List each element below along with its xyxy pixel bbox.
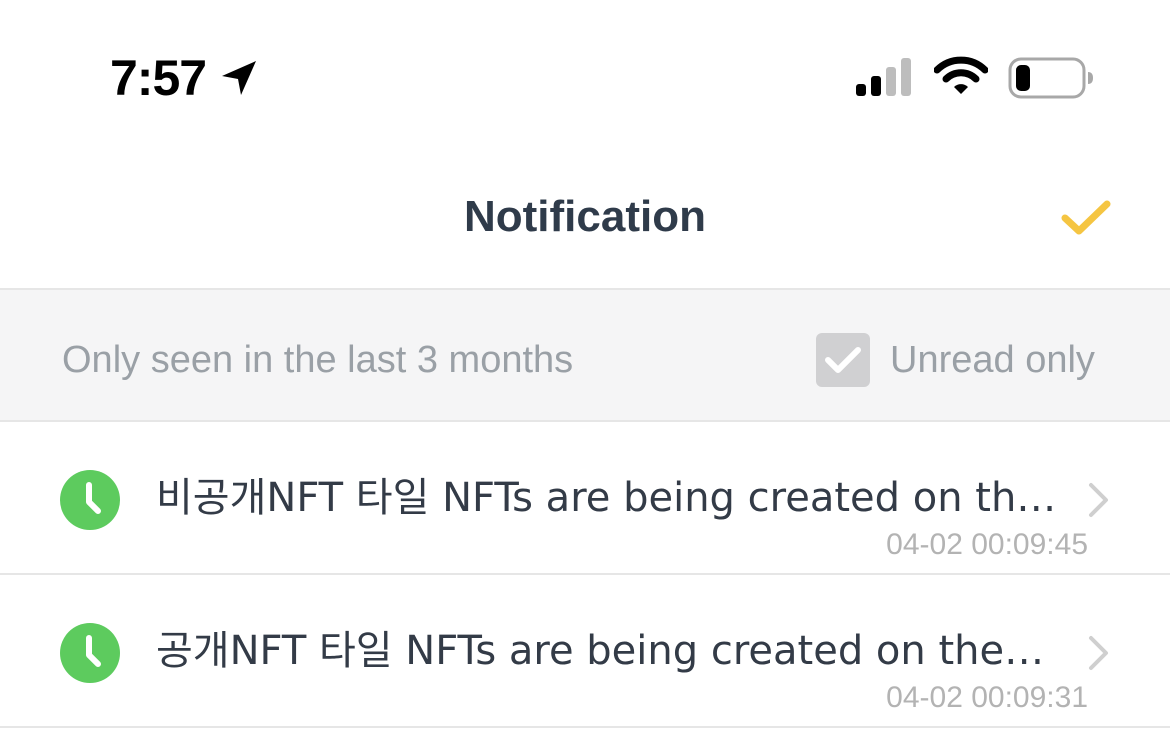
wifi-icon — [934, 56, 988, 94]
clock-icon — [60, 623, 120, 683]
notification-text: 공개NFT 타일 NFTs are being created on the… — [156, 628, 1045, 674]
chevron-right-icon — [1089, 483, 1108, 517]
notification-text: 비공개NFT 타일 NFTs are being created on th… — [156, 475, 1057, 521]
nav-header: Notification — [0, 150, 1170, 290]
unread-only-toggle[interactable]: Unread only — [816, 330, 1095, 390]
filter-bar: Only seen in the last 3 months Unread on… — [0, 290, 1170, 422]
unread-only-label: Unread only — [890, 339, 1095, 381]
notification-list: 비공개NFT 타일 NFTs are being created on th… … — [0, 422, 1170, 728]
location-arrow-icon — [222, 61, 257, 95]
notification-timestamp: 04-02 00:09:31 — [886, 681, 1088, 714]
status-bar: 7:57 — [0, 0, 1170, 150]
chevron-right-icon — [1089, 636, 1108, 670]
notification-item[interactable]: 비공개NFT 타일 NFTs are being created on th… … — [0, 422, 1170, 575]
status-time-group: 7:57 — [110, 50, 260, 106]
filter-note: Only seen in the last 3 months — [62, 339, 574, 381]
clock-icon — [60, 470, 120, 530]
cellular-signal-icon — [856, 58, 911, 96]
notification-timestamp: 04-02 00:09:45 — [886, 528, 1088, 561]
status-time: 7:57 — [110, 50, 207, 106]
page-title: Notification — [464, 192, 706, 241]
notification-item[interactable]: 공개NFT 타일 NFTs are being created on the… … — [0, 575, 1170, 728]
checkmark-icon — [1061, 200, 1111, 235]
checkbox-check-icon — [825, 347, 861, 373]
mark-all-read-button[interactable] — [1050, 188, 1122, 248]
battery-icon — [1008, 57, 1093, 99]
unread-only-checkbox[interactable] — [816, 333, 870, 387]
